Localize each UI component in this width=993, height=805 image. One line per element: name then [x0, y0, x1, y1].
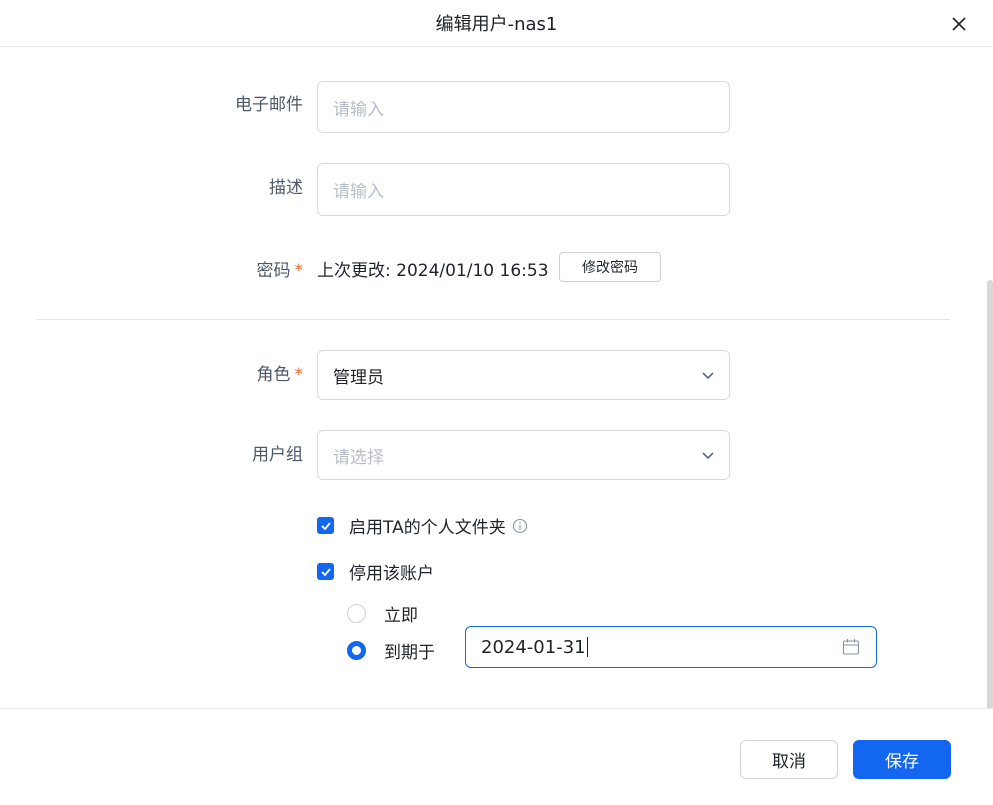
email-placeholder: 请输入 — [333, 99, 384, 120]
required-mark: * — [294, 365, 304, 385]
role-label: 角色 * — [257, 360, 304, 385]
radio-expire-on-label: 到期于 — [384, 643, 435, 663]
radio-immediately-label: 立即 — [384, 606, 418, 626]
calendar-icon[interactable] — [842, 638, 860, 656]
radio-expire-on-button[interactable] — [347, 641, 366, 660]
personal-folder-checkbox[interactable] — [317, 517, 334, 534]
user-group-select[interactable]: 请选择 — [317, 430, 730, 480]
password-last-changed: 上次更改: 2024/01/10 16:53 — [317, 261, 549, 281]
role-select[interactable]: 管理员 — [317, 350, 730, 400]
password-label: 密码 * — [257, 256, 304, 281]
user-group-placeholder: 请选择 — [333, 447, 384, 468]
dialog-title: 编辑用户-nas1 — [435, 14, 558, 35]
dialog-header: 编辑用户-nas1 — [0, 0, 993, 47]
role-selected-value: 管理员 — [333, 367, 384, 388]
cancel-button[interactable]: 取消 — [740, 740, 838, 779]
description-input[interactable]: 请输入 — [317, 163, 730, 216]
dialog-body[interactable]: 电子邮件 请输入 描述 请输入 密码 * 上次更改: 2024/01/10 16:… — [0, 48, 993, 708]
role-label-text: 角色 — [256, 365, 291, 385]
description-label: 描述 — [269, 178, 303, 198]
close-icon — [952, 17, 966, 31]
chevron-down-icon — [702, 452, 714, 460]
email-input[interactable]: 请输入 — [317, 81, 730, 133]
check-icon — [320, 521, 331, 530]
disable-account-option[interactable]: 停用该账户 — [317, 559, 434, 584]
change-password-button[interactable]: 修改密码 — [559, 252, 661, 282]
disable-account-checkbox[interactable] — [317, 563, 334, 580]
check-icon — [320, 567, 331, 576]
radio-expire-on[interactable]: 到期于 — [347, 638, 435, 663]
radio-immediately[interactable]: 立即 — [347, 601, 418, 626]
required-mark: * — [294, 261, 304, 281]
section-divider — [37, 319, 950, 320]
email-label: 电子邮件 — [235, 95, 303, 115]
disable-account-label: 停用该账户 — [349, 564, 434, 584]
save-button[interactable]: 保存 — [853, 740, 951, 779]
radio-immediately-button[interactable] — [347, 604, 366, 623]
info-icon[interactable] — [512, 518, 528, 534]
chevron-down-icon — [702, 372, 714, 380]
user-group-label: 用户组 — [252, 445, 303, 465]
personal-folder-label: 启用TA的个人文件夹 — [349, 518, 506, 538]
close-button[interactable] — [947, 12, 971, 36]
scrollbar[interactable] — [987, 280, 993, 708]
edit-user-dialog: 编辑用户-nas1 电子邮件 请输入 描述 请输入 密码 * 上次更改: 2024… — [0, 0, 993, 805]
text-caret — [586, 637, 588, 657]
password-label-text: 密码 — [256, 261, 291, 281]
expire-date-input[interactable]: 2024-01-31 — [465, 626, 877, 668]
description-placeholder: 请输入 — [333, 182, 384, 202]
expire-date-value: 2024-01-31 — [481, 636, 586, 658]
personal-folder-option[interactable]: 启用TA的个人文件夹 — [317, 513, 528, 538]
dialog-footer: 取消 保存 — [0, 708, 993, 805]
